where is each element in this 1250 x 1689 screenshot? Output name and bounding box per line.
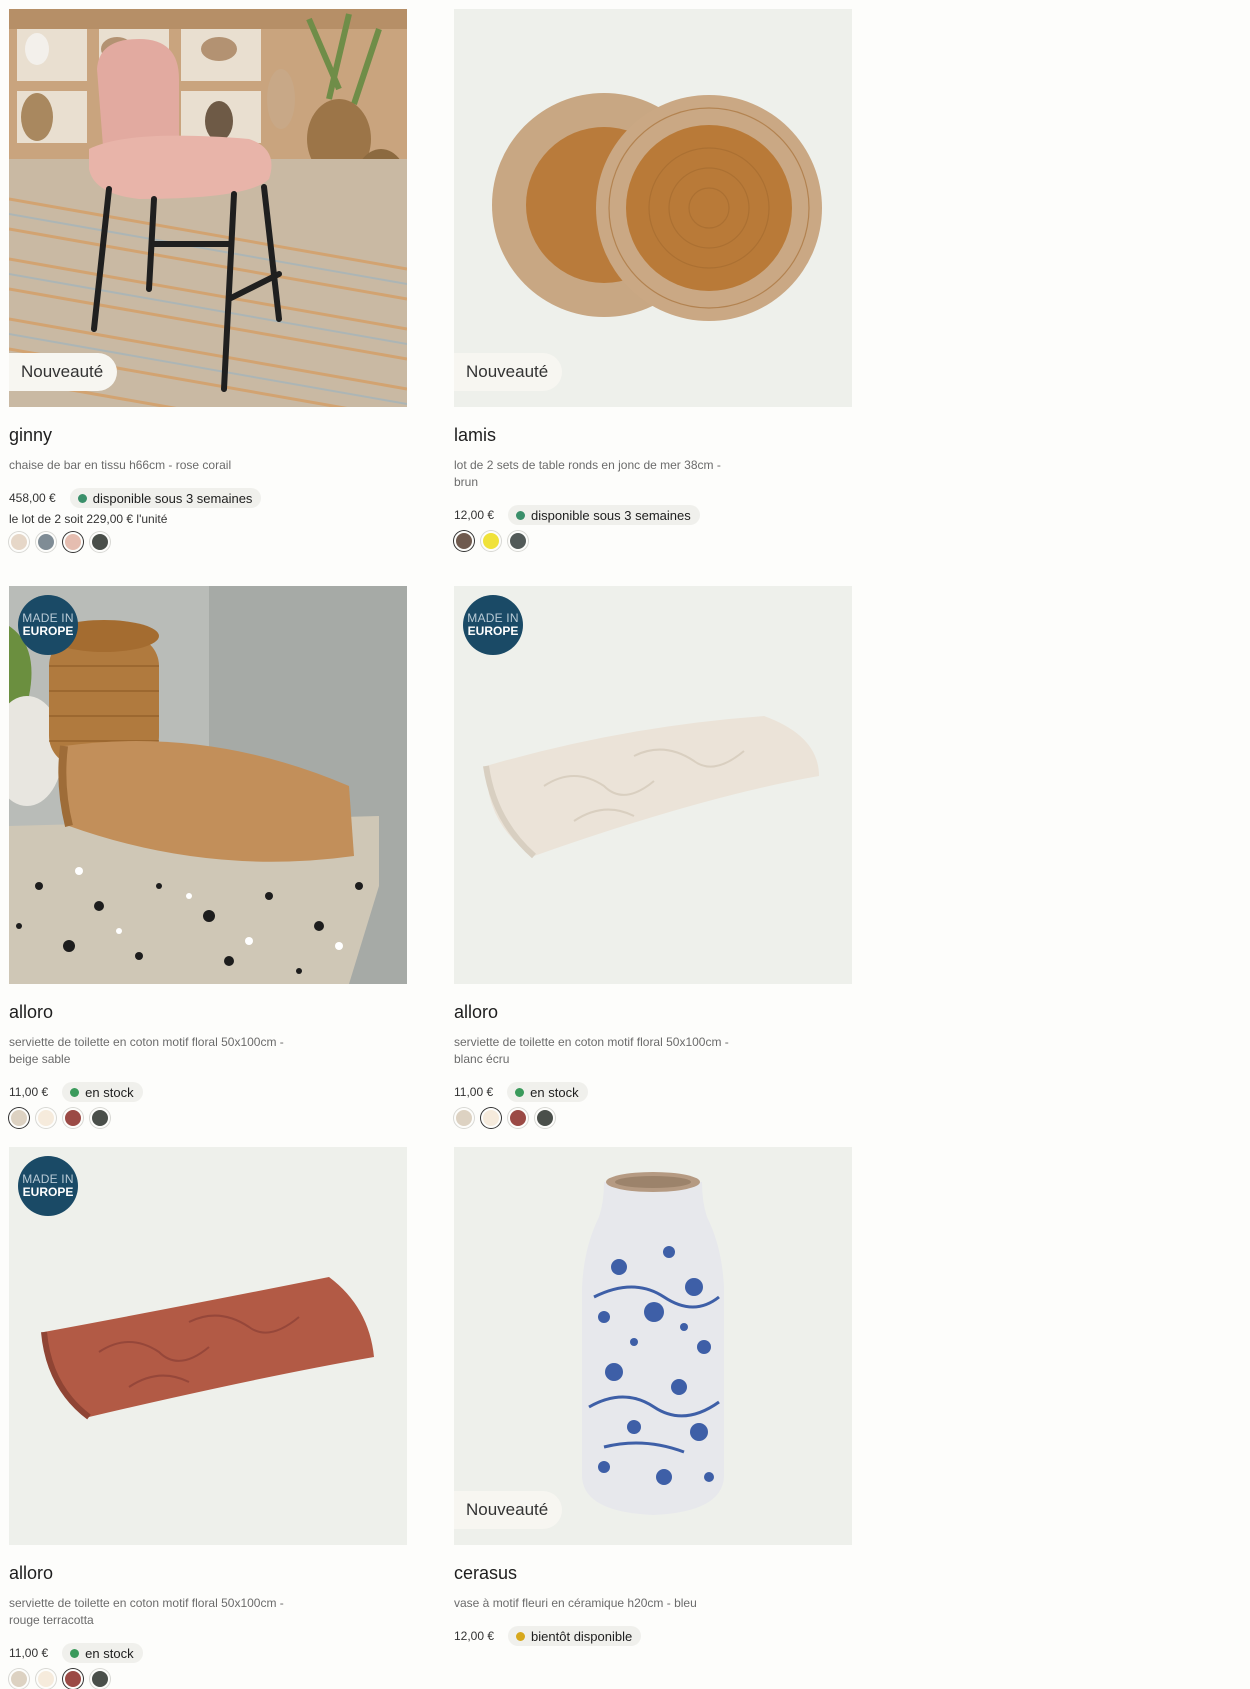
color-swatch[interactable] bbox=[36, 532, 56, 552]
badge-line-2: EUROPE bbox=[22, 624, 74, 638]
product-card[interactable]: Nouveauté cerasus vase à motif fleuri en… bbox=[454, 1147, 852, 1646]
product-image[interactable]: MADE IN EUROPE bbox=[9, 1147, 407, 1545]
product-price: 11,00 € bbox=[454, 1085, 494, 1099]
availability-text: en stock bbox=[530, 1084, 579, 1100]
product-description[interactable]: vase à motif fleuri en céramique h20cm -… bbox=[454, 1595, 744, 1612]
product-price: 11,00 € bbox=[9, 1646, 49, 1660]
color-swatch-selected[interactable] bbox=[63, 532, 83, 552]
availability-dot bbox=[516, 1631, 526, 1641]
product-card[interactable]: MADE IN EUROPE alloro serviette de toile… bbox=[454, 586, 852, 1128]
product-image[interactable]: Nouveauté bbox=[454, 9, 852, 407]
color-swatch[interactable] bbox=[90, 1108, 110, 1128]
color-swatch[interactable] bbox=[90, 1669, 110, 1689]
color-swatch[interactable] bbox=[36, 1669, 56, 1689]
product-image[interactable]: MADE IN EUROPE bbox=[454, 586, 852, 984]
product-card[interactable]: MADE IN EUROPE alloro serviette de toile… bbox=[9, 586, 407, 1128]
made-in-europe-badge: MADE IN EUROPE bbox=[18, 595, 78, 655]
vase-photo bbox=[454, 1147, 852, 1545]
product-name[interactable]: alloro bbox=[9, 1563, 407, 1587]
product-description[interactable]: lot de 2 sets de table ronds en jonc de … bbox=[454, 457, 744, 491]
color-swatches bbox=[454, 531, 852, 551]
availability-badge: en stock bbox=[62, 1082, 143, 1102]
color-swatch[interactable] bbox=[481, 531, 501, 551]
product-price: 12,00 € bbox=[454, 508, 495, 522]
product-name[interactable]: cerasus bbox=[454, 1563, 852, 1587]
product-name[interactable]: ginny bbox=[9, 425, 407, 449]
bar-chair-photo bbox=[9, 9, 407, 407]
color-swatch-selected[interactable] bbox=[454, 531, 474, 551]
color-swatches bbox=[9, 532, 407, 552]
availability-badge: en stock bbox=[62, 1643, 143, 1663]
availability-dot bbox=[516, 510, 526, 520]
product-image[interactable]: Nouveauté bbox=[454, 1147, 852, 1545]
unit-price: le lot de 2 soit 229,00 € l'unité bbox=[9, 512, 168, 526]
badge-line-2: EUROPE bbox=[467, 624, 519, 638]
product-card[interactable]: Nouveauté lamis lot de 2 sets de table r… bbox=[454, 9, 852, 551]
product-image[interactable]: Nouveauté bbox=[9, 9, 407, 407]
color-swatch-selected[interactable] bbox=[481, 1108, 501, 1128]
availability-dot bbox=[77, 493, 87, 503]
availability-badge: bientôt disponible bbox=[508, 1626, 642, 1646]
product-card[interactable]: Nouveauté ginny chaise de bar en tissu h… bbox=[9, 9, 407, 552]
color-swatches bbox=[9, 1669, 407, 1689]
product-name[interactable]: alloro bbox=[454, 1002, 852, 1026]
made-in-europe-badge: MADE IN EUROPE bbox=[463, 595, 523, 655]
color-swatch[interactable] bbox=[90, 532, 110, 552]
product-image[interactable]: MADE IN EUROPE bbox=[9, 586, 407, 984]
color-swatch[interactable] bbox=[535, 1108, 555, 1128]
new-badge: Nouveauté bbox=[454, 353, 563, 391]
availability-text: disponible sous 3 semaines bbox=[531, 507, 691, 523]
color-swatch[interactable] bbox=[9, 532, 29, 552]
product-name[interactable]: alloro bbox=[9, 1002, 407, 1026]
product-description[interactable]: serviette de toilette en coton motif flo… bbox=[454, 1034, 744, 1068]
color-swatch[interactable] bbox=[63, 1108, 83, 1128]
product-price: 458,00 € bbox=[9, 491, 56, 505]
availability-dot bbox=[70, 1087, 80, 1097]
color-swatch[interactable] bbox=[36, 1108, 56, 1128]
product-card[interactable]: MADE IN EUROPE alloro serviette de toile… bbox=[9, 1147, 407, 1689]
placemats-photo bbox=[454, 9, 852, 407]
availability-text: en stock bbox=[85, 1084, 134, 1100]
availability-text: en stock bbox=[85, 1645, 134, 1661]
product-price: 11,00 € bbox=[9, 1085, 49, 1099]
product-name[interactable]: lamis bbox=[454, 425, 852, 449]
color-swatch-selected[interactable] bbox=[63, 1669, 83, 1689]
product-description[interactable]: serviette de toilette en coton motif flo… bbox=[9, 1595, 299, 1629]
availability-badge: en stock bbox=[507, 1082, 588, 1102]
color-swatches bbox=[454, 1108, 852, 1128]
product-price: 12,00 € bbox=[454, 1629, 495, 1643]
new-badge: Nouveauté bbox=[454, 1491, 563, 1529]
product-description[interactable]: chaise de bar en tissu h66cm - rose cora… bbox=[9, 457, 299, 474]
color-swatch[interactable] bbox=[454, 1108, 474, 1128]
color-swatch-selected[interactable] bbox=[9, 1108, 29, 1128]
availability-badge: disponible sous 3 semaines bbox=[508, 505, 700, 525]
availability-text: disponible sous 3 semaines bbox=[92, 490, 253, 506]
availability-dot bbox=[515, 1087, 525, 1097]
badge-line-2: EUROPE bbox=[22, 1185, 74, 1199]
color-swatch[interactable] bbox=[9, 1669, 29, 1689]
availability-dot bbox=[70, 1648, 80, 1658]
availability-text: bientôt disponible bbox=[531, 1628, 633, 1644]
product-description[interactable]: serviette de toilette en coton motif flo… bbox=[9, 1034, 299, 1068]
availability-badge: disponible sous 3 semaines bbox=[69, 488, 262, 508]
made-in-europe-badge: MADE IN EUROPE bbox=[18, 1156, 78, 1216]
color-swatches bbox=[9, 1108, 407, 1128]
color-swatch[interactable] bbox=[508, 1108, 528, 1128]
new-badge: Nouveauté bbox=[9, 353, 118, 391]
color-swatch[interactable] bbox=[508, 531, 528, 551]
